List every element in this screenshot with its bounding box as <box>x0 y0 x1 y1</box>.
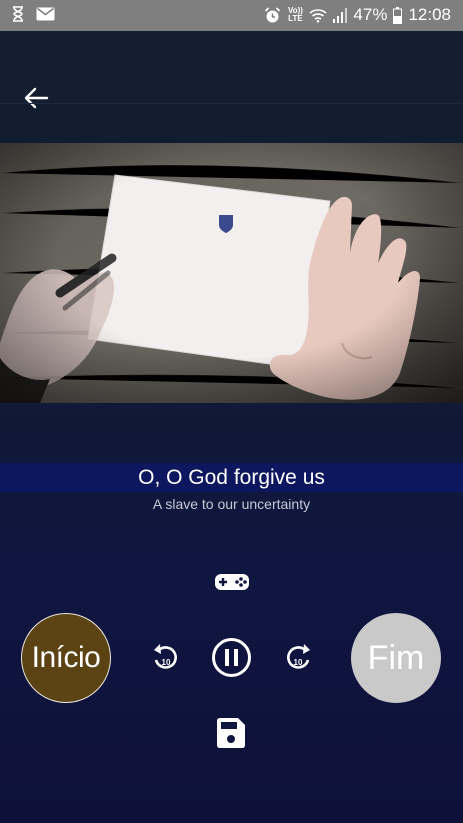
clock: 12:08 <box>408 5 451 24</box>
video-player[interactable] <box>0 143 463 403</box>
gamepad-icon[interactable] <box>215 572 249 592</box>
replay-10-icon[interactable]: 10 <box>151 642 181 674</box>
alarm-icon <box>265 6 281 22</box>
network-label: Vo)) LTE <box>287 6 303 23</box>
forward-10-icon[interactable]: 10 <box>283 642 313 674</box>
signal-icon <box>333 7 348 23</box>
svg-text:10: 10 <box>294 658 303 667</box>
end-button[interactable]: Fim <box>351 613 441 703</box>
mail-icon <box>36 7 55 21</box>
pause-icon[interactable] <box>211 637 252 678</box>
save-icon[interactable] <box>217 718 245 748</box>
status-bar-right: Vo)) LTE 47% 12:08 <box>264 5 451 25</box>
end-button-label: Fim <box>367 638 425 677</box>
next-lyric-line: A slave to our uncertainty <box>152 496 311 512</box>
video-frame <box>0 143 463 403</box>
battery-icon <box>393 6 403 24</box>
current-lyric-line: O, O God forgive us <box>138 466 325 489</box>
start-button[interactable]: Início <box>21 613 111 703</box>
start-button-label: Início <box>31 641 101 674</box>
status-bar: Vo)) LTE 47% 12:08 <box>0 0 463 31</box>
hourglass-icon <box>13 6 23 22</box>
battery-percent: 47% <box>353 5 388 24</box>
svg-text:10: 10 <box>162 658 171 667</box>
arrow-left-icon[interactable] <box>22 85 50 111</box>
app-bar <box>0 31 463 109</box>
app-bar-divider <box>0 103 463 104</box>
wifi-icon <box>309 8 327 23</box>
status-bar-left <box>12 6 55 22</box>
